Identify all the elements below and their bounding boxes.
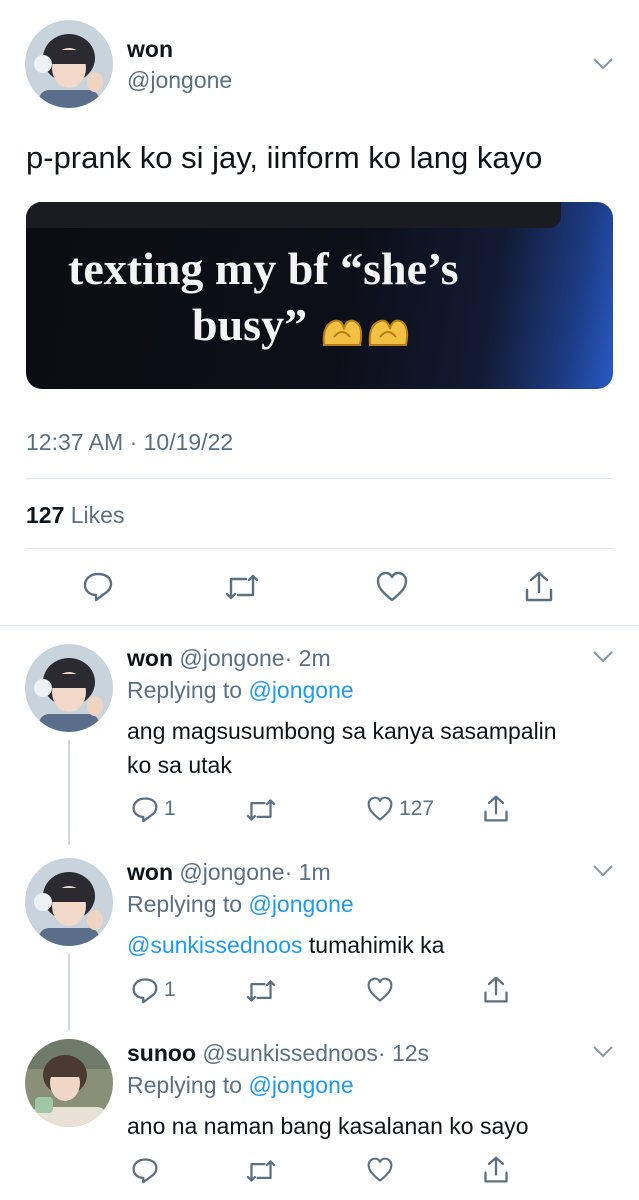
divider [26,478,613,479]
retweet-icon[interactable] [245,797,277,823]
reply-icon[interactable] [131,795,159,823]
chevron-down-icon[interactable] [592,650,614,664]
likes-label[interactable]: Likes [71,502,125,528]
divider [26,548,613,549]
reply-icon[interactable] [131,1156,159,1184]
main-author-handle[interactable]: @jongone [127,67,232,94]
like-count: 127 [399,797,435,820]
like-icon[interactable] [366,1157,394,1183]
replying-to-handle[interactable]: @jongone [248,1072,353,1098]
reply-author-name[interactable]: won [127,645,173,671]
thread-line [68,740,70,845]
chevron-down-icon[interactable] [592,864,614,878]
reply-icon[interactable] [131,976,159,1004]
share-icon[interactable] [482,794,510,824]
heart-hands-emoji [320,315,412,356]
share-icon[interactable] [482,975,510,1005]
replying-to-handle[interactable]: @jongone [248,891,353,917]
divider [0,625,639,626]
reply-text-line1: ang magsusumbong sa kanya sasampalin [127,718,557,744]
reply-time[interactable]: · 1m [285,859,331,885]
reply-text: ano na naman bang kasalanan ko sayo [127,1113,529,1139]
chevron-down-icon[interactable] [592,1045,614,1059]
reply-time[interactable]: · 2m [285,645,331,671]
replying-to-handle[interactable]: @jongone [248,677,353,703]
retweet-icon[interactable] [245,1158,277,1184]
reply-avatar[interactable] [25,858,113,946]
replying-to-label: Replying to [127,1072,243,1098]
thread-line [68,954,70,1030]
retweet-icon[interactable] [224,572,260,602]
media-caption-line2: busy” [192,299,308,350]
reply-author-name[interactable]: won [127,859,173,885]
share-icon[interactable] [482,1155,510,1185]
reply-icon[interactable] [82,570,114,602]
reply-avatar[interactable] [25,644,113,732]
reply-text-line2: ko sa utak [127,752,232,778]
main-author-name[interactable]: won [127,36,173,63]
replying-to-label: Replying to [127,677,243,703]
main-tweet-text: p-prank ko si jay, iinform ko lang kayo [26,140,543,175]
reply-avatar[interactable] [25,1039,113,1127]
reply-count: 1 [164,797,176,820]
media-caption-line1: texting my bf “she’s [68,243,459,294]
mention-link[interactable]: @sunkissednoos [127,932,303,958]
reply-author-name[interactable]: sunoo [127,1040,196,1066]
reply-author-handle[interactable]: @jongone [179,645,284,671]
likes-count[interactable]: 127 [26,502,64,528]
reply-author-handle[interactable]: @jongone [179,859,284,885]
tweet-media-image[interactable]: texting my bf “she’s busy” [26,202,613,389]
like-icon[interactable] [375,571,409,603]
reply-text: tumahimik ka [302,932,445,958]
tweet-timestamp[interactable]: 12:37 AM · 10/19/22 [26,429,233,456]
retweet-icon[interactable] [245,978,277,1004]
reply-time[interactable]: · 12s [378,1040,429,1066]
reply-count: 1 [164,978,176,1001]
chevron-down-icon[interactable] [592,57,614,71]
replying-to-label: Replying to [127,891,243,917]
share-icon[interactable] [523,570,555,604]
like-icon[interactable] [366,796,394,822]
reply-author-handle[interactable]: @sunkissednoos [202,1040,378,1066]
like-icon[interactable] [366,977,394,1003]
main-avatar[interactable] [25,20,113,108]
